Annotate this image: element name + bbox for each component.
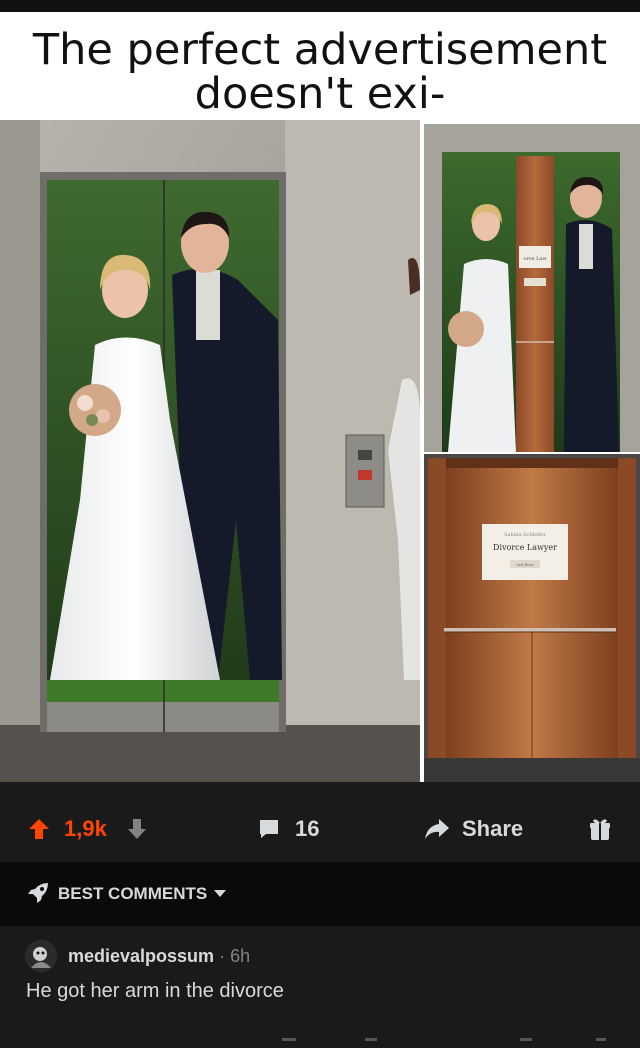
reply-icon: [365, 1038, 377, 1041]
comment-meta: medievalpossum · 6h: [68, 946, 250, 967]
downvote-arrow-icon[interactable]: [127, 818, 147, 840]
comment-username[interactable]: medievalpossum: [68, 946, 214, 966]
downvote-small-icon: [596, 1038, 606, 1041]
meta-separator: ·: [219, 946, 226, 966]
ad-sign-name: Sabina Schleifer: [504, 532, 546, 538]
upvote-small-icon: [520, 1038, 532, 1041]
dropdown-caret-icon[interactable]: [213, 889, 227, 898]
caption-line-2: doesn't exi-: [194, 69, 446, 119]
rocket-icon: [26, 881, 50, 905]
share-arrow-icon[interactable]: [424, 818, 450, 840]
sort-label[interactable]: BEST COMMENTS: [58, 884, 207, 904]
post-action-bar: 1,9k 16 Share: [0, 782, 640, 862]
ad-sign-cropped-text: orce Law: [523, 256, 547, 262]
upvote-arrow-icon[interactable]: [28, 818, 50, 840]
comment-bubble-icon[interactable]: [258, 818, 280, 840]
caption-line-1: The perfect advertisement: [32, 25, 608, 75]
photo-elevator-opening: orce Law: [424, 124, 640, 452]
comment-actions-cutoff: [0, 1030, 640, 1048]
ad-sign-title: Divorce Lawyer: [493, 543, 557, 552]
comment: medievalpossum · 6h He got her arm in th…: [0, 926, 640, 1048]
upvote-count: 1,9k: [64, 816, 107, 841]
more-icon: [282, 1038, 296, 1041]
meme-caption: The perfect advertisement doesn't exi-: [0, 28, 640, 116]
share-label[interactable]: Share: [462, 816, 523, 842]
award-gift-icon[interactable]: [589, 817, 611, 841]
avatar[interactable]: [25, 940, 57, 972]
comment-time: 6h: [230, 946, 251, 966]
photo-elevator-open: Sabina Schleifer Divorce Lawyer 3rd floo…: [424, 454, 640, 782]
photo-elevator-closed: [0, 120, 420, 782]
ad-sign-floor: 3rd floor: [516, 562, 534, 567]
comments-sort-header[interactable]: BEST COMMENTS: [0, 862, 640, 926]
comment-body: He got her arm in the divorce: [26, 980, 284, 1002]
status-strip: [0, 0, 640, 12]
comment-count[interactable]: 16: [295, 816, 319, 842]
